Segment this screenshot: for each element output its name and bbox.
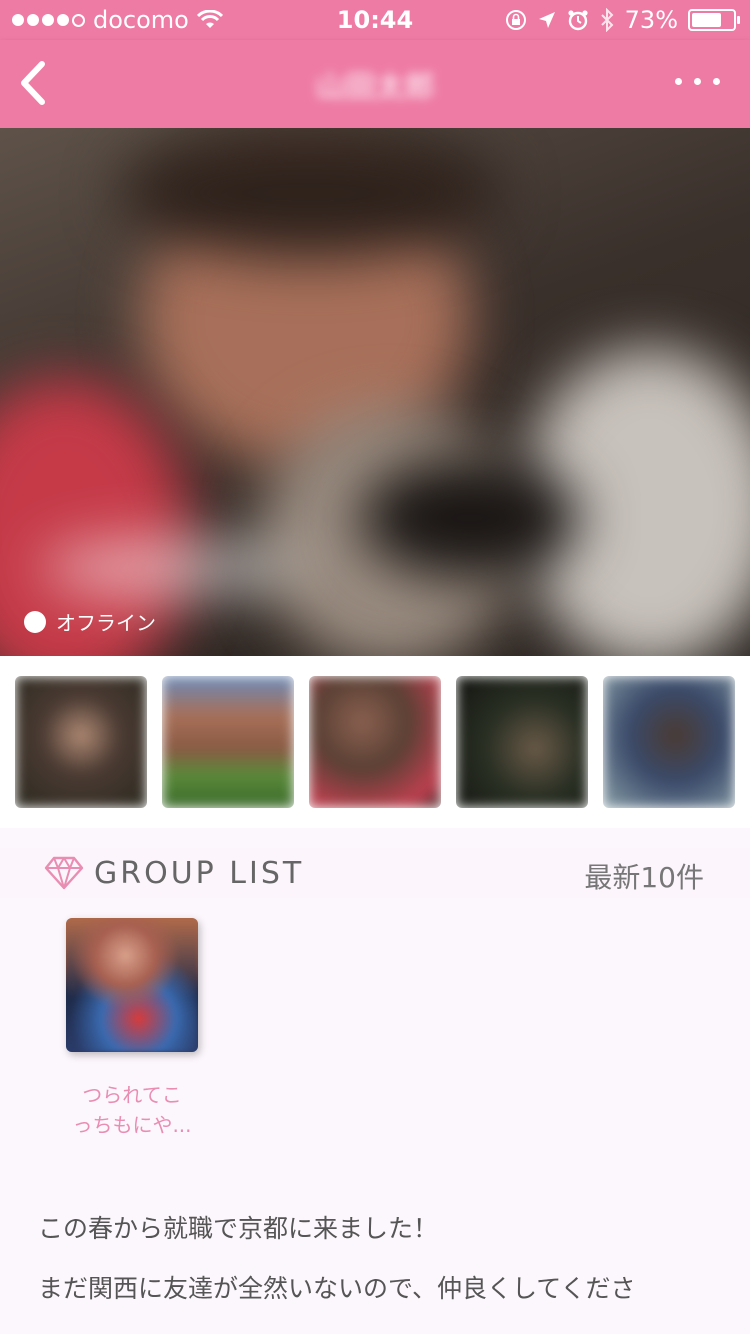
photo-thumbnail[interactable]: [603, 676, 735, 808]
group-name[interactable]: つられてこ っちもにや...: [60, 1080, 204, 1140]
online-status-label: オフライン: [56, 611, 156, 635]
page-title: 山田太郎: [315, 70, 435, 105]
navigation-bar: 山田太郎: [0, 40, 750, 128]
profile-photo[interactable]: [0, 128, 750, 656]
group-thumbnail[interactable]: [66, 918, 198, 1052]
group-name-line: っちもにや...: [72, 1113, 192, 1137]
photo-thumbnail[interactable]: [309, 676, 441, 808]
group-list-header: GROUP LIST 最新10件: [0, 848, 750, 898]
battery-fill: [692, 13, 722, 27]
status-icons: 73%: [505, 6, 740, 34]
section-title: GROUP LIST: [94, 856, 305, 891]
section-count: 最新10件: [584, 861, 704, 894]
diamond-icon: [44, 856, 84, 890]
bluetooth-icon: [600, 8, 614, 32]
offline-indicator-icon: [24, 610, 46, 633]
more-button[interactable]: [675, 78, 720, 85]
profile-bio: この春から就職で京都に来ました！ まだ関西に友達が全然いないので、仲良くしてくだ…: [38, 1212, 718, 1332]
photo-thumbnail[interactable]: [456, 676, 588, 808]
photo-thumbnails: [0, 656, 750, 828]
battery-percent: 73%: [624, 6, 678, 34]
alarm-icon: [568, 10, 588, 31]
photo-thumbnail[interactable]: [15, 676, 147, 808]
location-icon: [538, 12, 555, 28]
bio-paragraph: まだ関西に友達が全然いないので、仲良くしてくださ: [38, 1274, 636, 1303]
rotation-lock-icon: [505, 10, 526, 30]
photo-thumbnail[interactable]: [162, 676, 294, 808]
group-name-line: つられてこ: [82, 1083, 182, 1107]
battery-icon: [688, 9, 740, 31]
status-bar: docomo 10:44 73%: [0, 0, 750, 40]
more-horizontal-icon: [675, 78, 720, 85]
online-status: オフライン: [24, 607, 156, 636]
bio-paragraph: この春から就職で京都に来ました！: [38, 1214, 439, 1243]
